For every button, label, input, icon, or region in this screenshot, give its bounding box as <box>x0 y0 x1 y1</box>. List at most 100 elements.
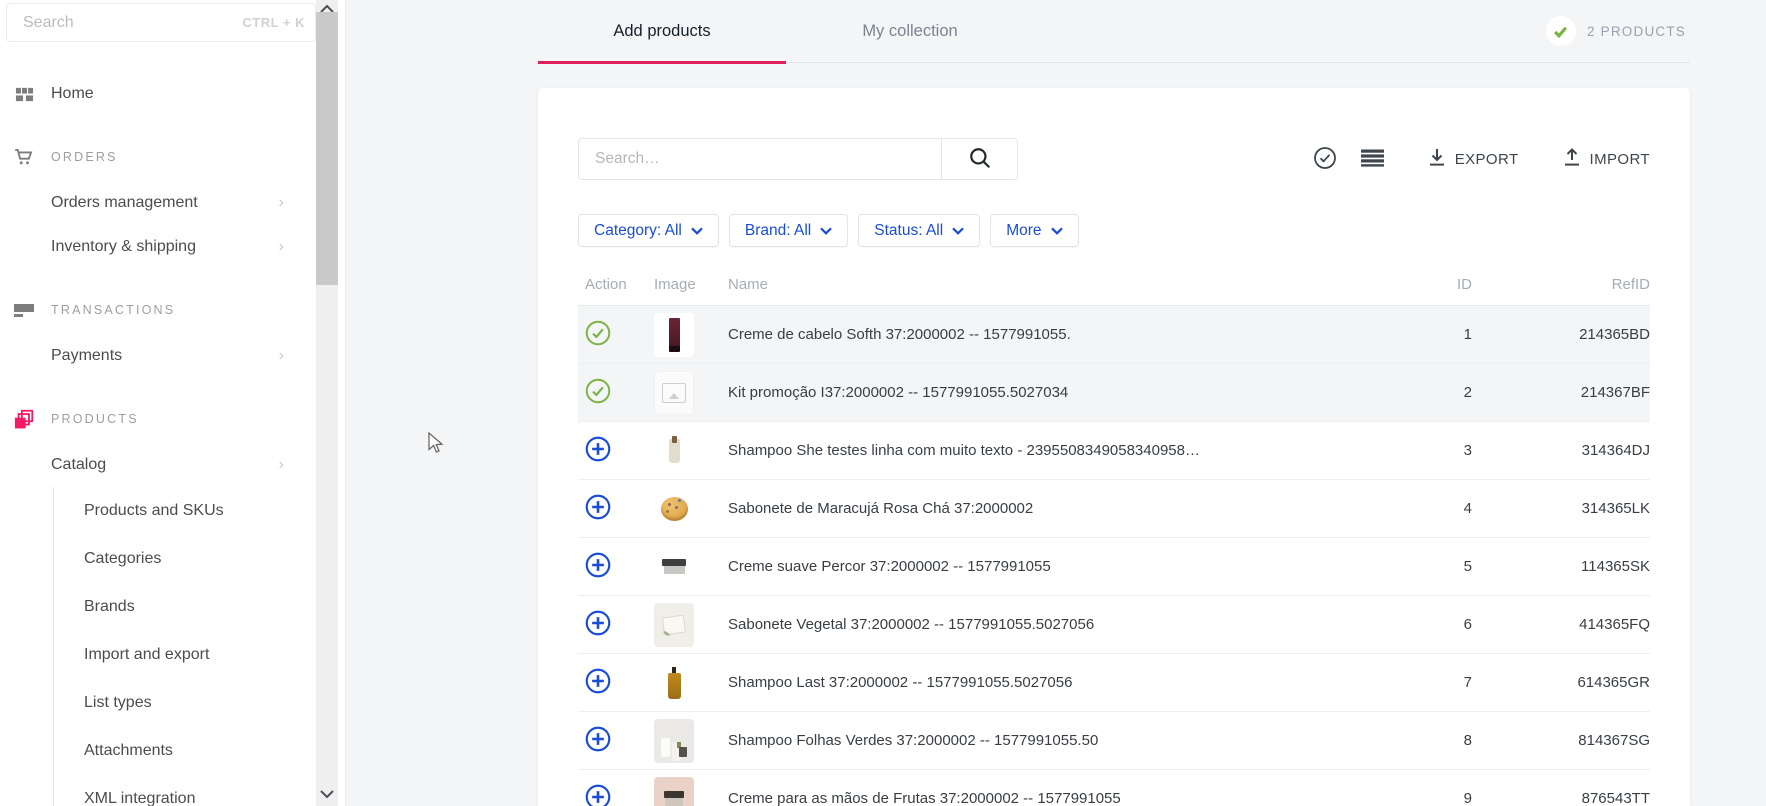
filter-label: Status: All <box>874 222 943 240</box>
add-product-button[interactable] <box>585 494 611 523</box>
product-name: Sabonete Vegetal 37:2000002 -- 157799105… <box>728 616 1360 633</box>
product-thumbnail <box>654 661 694 705</box>
chevron-down-icon <box>820 222 832 240</box>
product-refid: 876543TT <box>1472 790 1650 806</box>
chevron-down-icon <box>952 222 964 240</box>
sidebar-item-products[interactable]: PRODUCTS <box>0 397 316 441</box>
add-product-button[interactable] <box>585 668 611 697</box>
product-name: Kit promoção I37:2000002 -- 1577991055.5… <box>728 384 1360 401</box>
filter-status-all[interactable]: Status: All <box>858 214 980 247</box>
check-circle-icon <box>1313 146 1337 173</box>
table-row: Sabonete Vegetal 37:2000002 -- 157799105… <box>578 596 1650 654</box>
table-row: Creme para as mãos de Frutas 37:2000002 … <box>578 770 1650 806</box>
sidebar-item-label: Payments <box>51 347 122 365</box>
product-search-input[interactable] <box>579 139 941 179</box>
scrollbar-thumb[interactable] <box>316 12 338 285</box>
sidebar-search[interactable]: Search CTRL + K <box>6 3 316 42</box>
sidebar-item-products-and-skus[interactable]: Products and SKUs <box>84 487 316 535</box>
added-indicator-button[interactable] <box>585 378 611 407</box>
plus-circle-icon <box>585 552 611 581</box>
search-button[interactable] <box>941 139 1017 179</box>
add-product-button[interactable] <box>585 552 611 581</box>
add-product-button[interactable] <box>585 436 611 465</box>
plus-circle-icon <box>585 784 611 806</box>
tab-my-collection[interactable]: My collection <box>786 0 1034 62</box>
product-thumbnail <box>654 313 694 357</box>
sidebar-item-transactions[interactable]: TRANSACTIONS <box>0 288 316 332</box>
storefront-icon <box>14 84 34 104</box>
filter-label: Brand: All <box>745 222 811 240</box>
sidebar-search-placeholder: Search <box>23 14 242 32</box>
sidebar-item-inventory-shipping[interactable]: Inventory & shipping › <box>0 225 316 269</box>
product-id: 8 <box>1360 732 1472 749</box>
sidebar-item-import-and-export[interactable]: Import and export <box>84 631 316 679</box>
import-button[interactable]: IMPORT <box>1564 148 1650 170</box>
export-button[interactable]: EXPORT <box>1429 148 1519 170</box>
column-header-image: Image <box>642 276 728 293</box>
sidebar-item-catalog[interactable]: Catalog› <box>0 443 316 487</box>
list-view-button[interactable] <box>1361 149 1384 170</box>
product-thumbnail <box>654 487 694 531</box>
column-header-refid: RefID <box>1472 276 1650 293</box>
sidebar-item-label: Categories <box>84 550 161 568</box>
product-name: Creme de cabelo Softh 37:2000002 -- 1577… <box>728 326 1360 343</box>
filter-more[interactable]: More <box>990 214 1078 247</box>
product-id: 4 <box>1360 500 1472 517</box>
check-circle-icon <box>585 320 611 349</box>
product-thumbnail <box>654 777 694 806</box>
add-product-button[interactable] <box>585 726 611 755</box>
select-mode-button[interactable] <box>1313 146 1337 173</box>
export-label: EXPORT <box>1455 151 1519 168</box>
product-id: 1 <box>1360 326 1472 343</box>
add-product-button[interactable] <box>585 610 611 639</box>
plus-circle-icon <box>585 668 611 697</box>
collection-count-badge: 2 PRODUCTS <box>1546 0 1690 62</box>
products-table: Action Image Name ID RefID Creme de cabe… <box>578 263 1650 806</box>
table-row: Creme suave Percor 37:2000002 -- 1577991… <box>578 538 1650 596</box>
tab-label: My collection <box>862 22 957 41</box>
check-icon <box>1546 16 1576 46</box>
sidebar-item-home[interactable]: Home <box>0 72 316 116</box>
sidebar-item-categories[interactable]: Categories <box>84 535 316 583</box>
products-icon <box>14 409 34 429</box>
sidebar: Search CTRL + K Home ORDERSOrders managem… <box>0 0 346 806</box>
filter-label: Category: All <box>594 222 682 240</box>
product-refid: 114365SK <box>1472 558 1650 575</box>
tab-add-products[interactable]: Add products <box>538 0 786 62</box>
sidebar-item-brands[interactable]: Brands <box>84 583 316 631</box>
collection-count-label: 2 PRODUCTS <box>1587 24 1686 39</box>
filter-category-all[interactable]: Category: All <box>578 214 719 247</box>
chevron-right-icon: › <box>279 238 284 256</box>
sidebar-item-label: XML integration <box>84 790 195 806</box>
sidebar-scrollbar[interactable] <box>316 0 338 806</box>
chevron-right-icon: › <box>279 347 284 365</box>
sidebar-item-label: List types <box>84 694 152 712</box>
sidebar-item-xml-integration[interactable]: XML integration <box>84 775 316 806</box>
add-product-button[interactable] <box>585 784 611 806</box>
sidebar-item-attachments[interactable]: Attachments <box>84 727 316 775</box>
sidebar-item-label: Import and export <box>84 646 209 664</box>
product-name: Sabonete de Maracujá Rosa Chá 37:2000002 <box>728 500 1360 517</box>
products-card: EXPORT IMPORT Category: All Brand: All Sta… <box>538 88 1690 806</box>
table-row: Shampoo She testes linha com muito texto… <box>578 422 1650 480</box>
product-name: Creme suave Percor 37:2000002 -- 1577991… <box>728 558 1360 575</box>
product-id: 7 <box>1360 674 1472 691</box>
scroll-down-icon[interactable] <box>320 786 334 804</box>
sidebar-item-payments[interactable]: Payments › <box>0 334 316 378</box>
product-thumbnail <box>654 371 694 415</box>
sidebar-item-label: Inventory & shipping <box>51 238 196 256</box>
sidebar-item-list-types[interactable]: List types <box>84 679 316 727</box>
table-row: Shampoo Folhas Verdes 37:2000002 -- 1577… <box>578 712 1650 770</box>
cart-icon <box>14 147 34 167</box>
filter-brand-all[interactable]: Brand: All <box>729 214 848 247</box>
added-indicator-button[interactable] <box>585 320 611 349</box>
sidebar-item-orders[interactable]: ORDERS <box>0 135 316 179</box>
card-toolbar: EXPORT IMPORT <box>578 138 1650 180</box>
product-refid: 414365FQ <box>1472 616 1650 633</box>
import-label: IMPORT <box>1590 151 1650 168</box>
product-thumbnail <box>654 719 694 763</box>
column-header-id: ID <box>1360 276 1472 293</box>
sidebar-item-orders-management[interactable]: Orders management› <box>0 181 316 225</box>
sidebar-item-label: PRODUCTS <box>51 412 139 426</box>
magnifier-icon <box>968 146 992 173</box>
